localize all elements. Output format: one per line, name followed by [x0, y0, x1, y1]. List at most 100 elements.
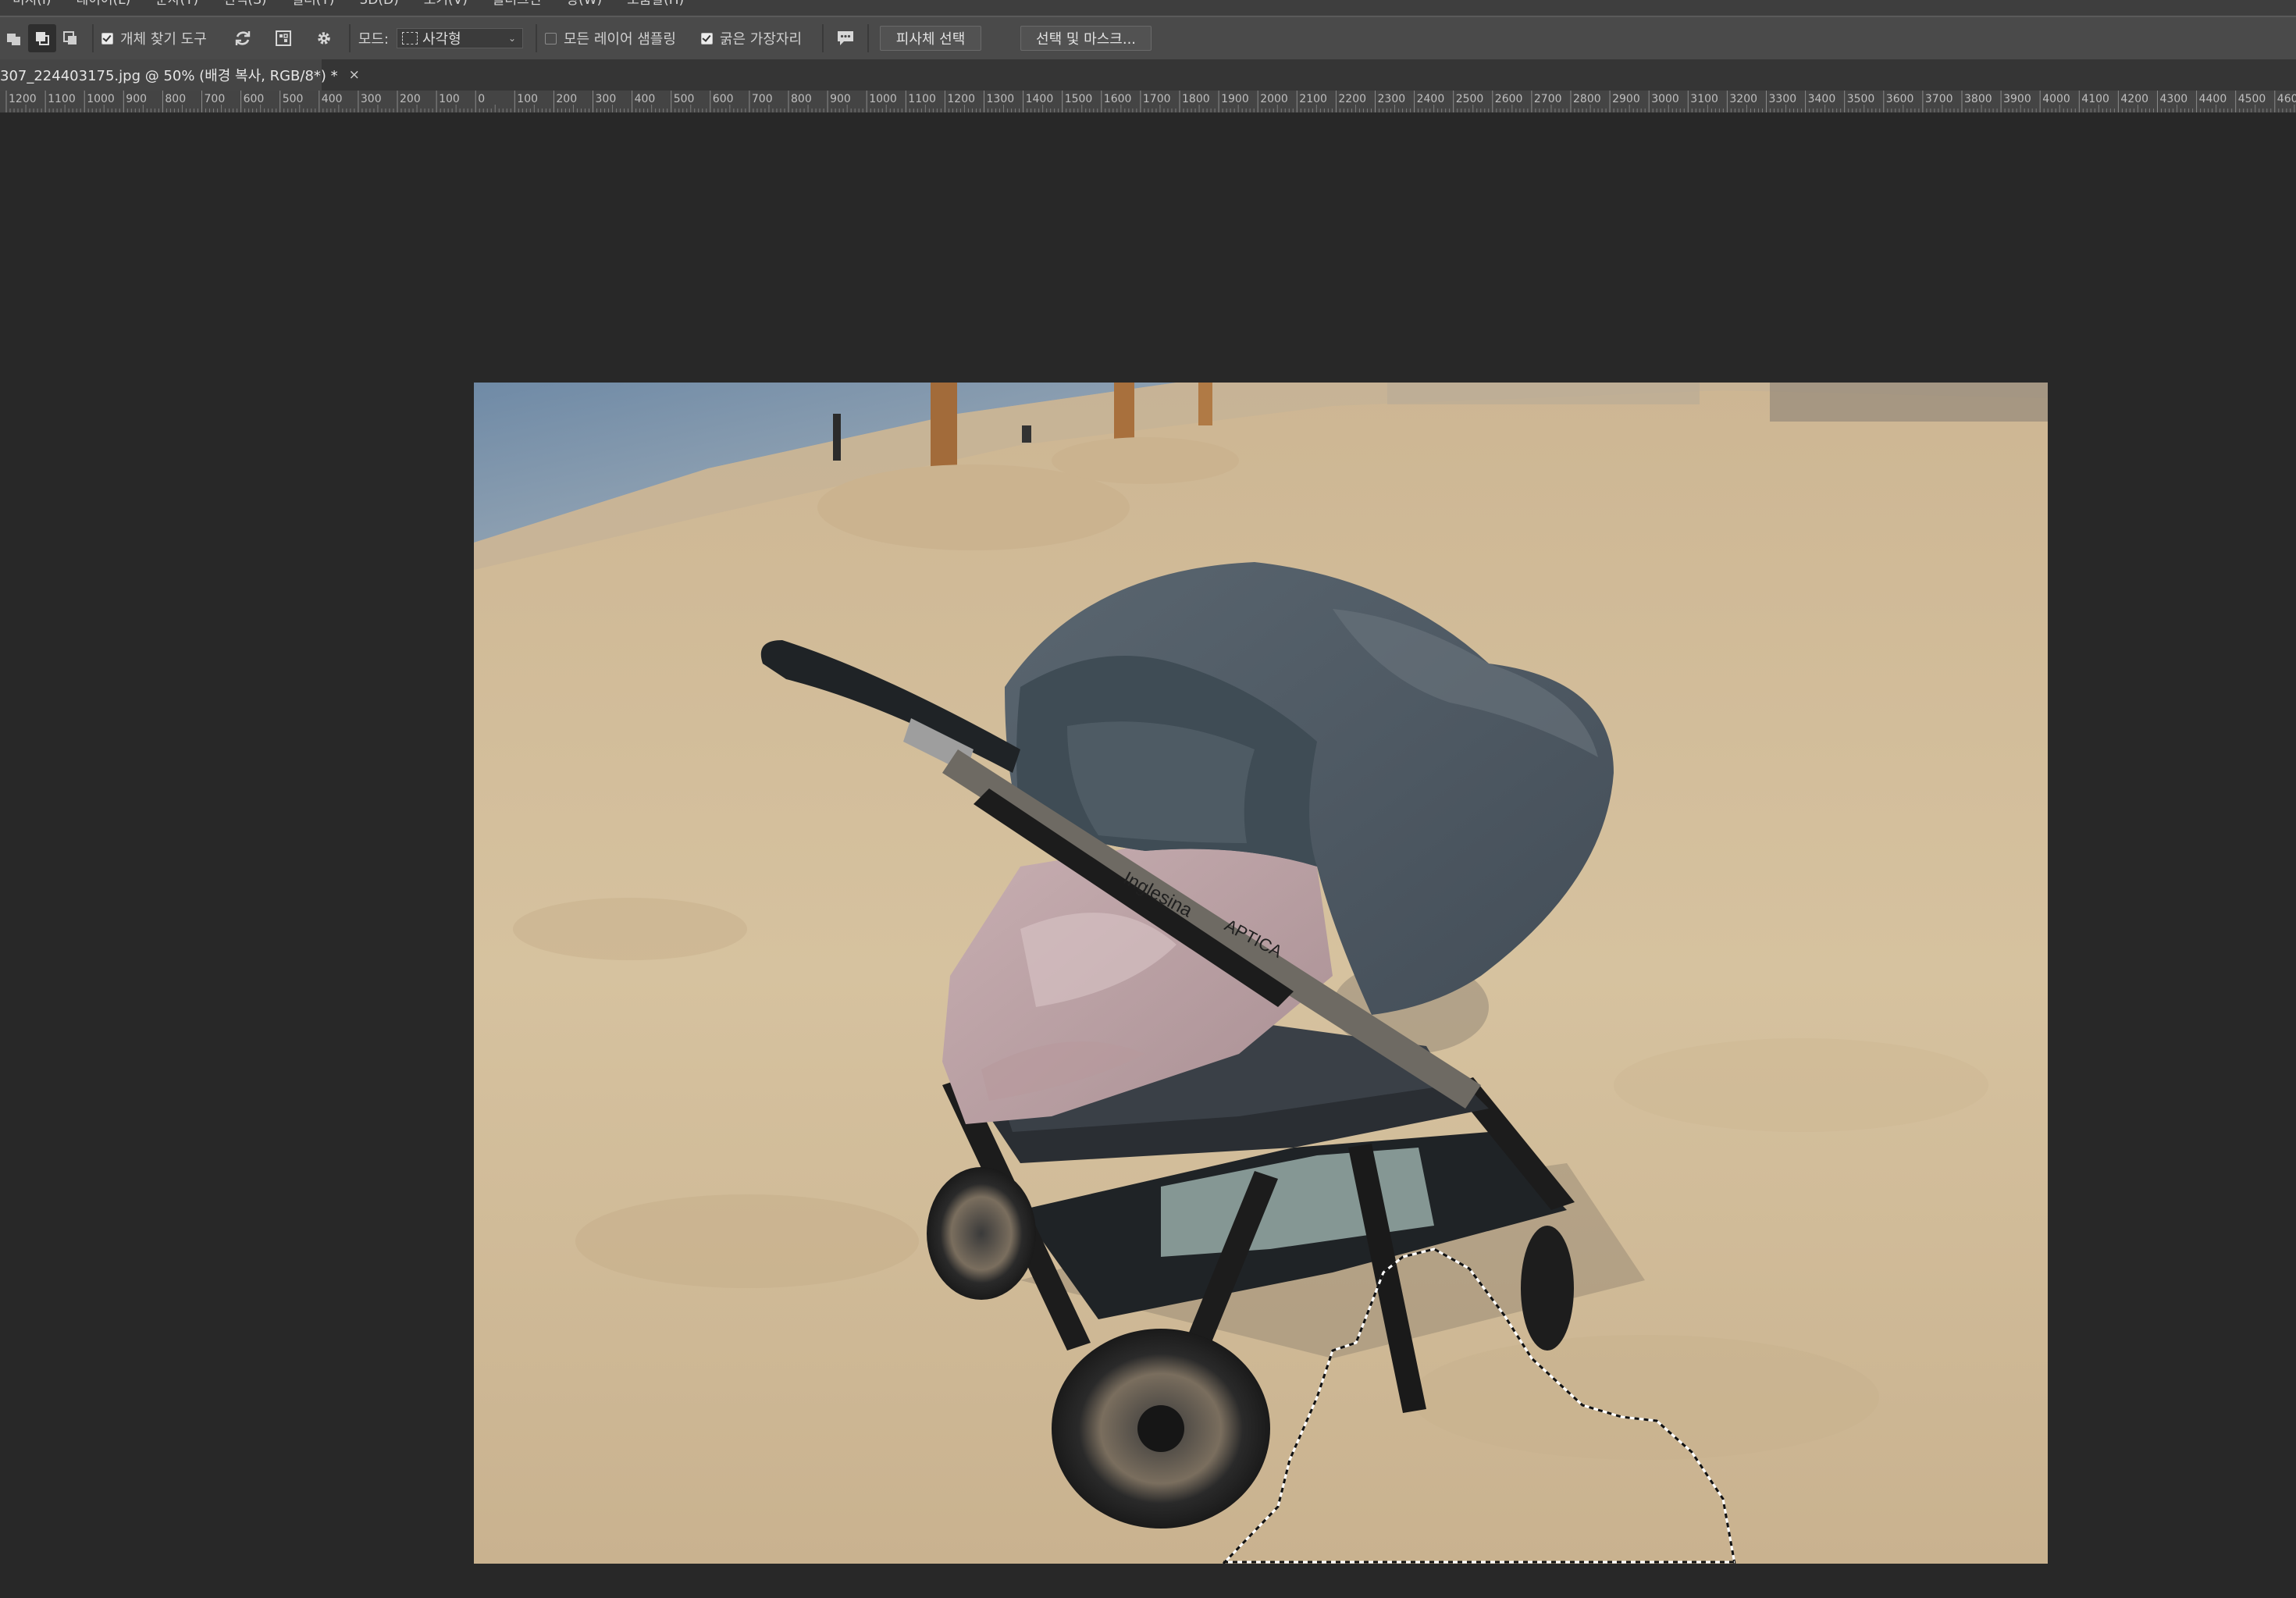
- ruler-label: 3500: [1846, 93, 1875, 105]
- checkbox-box[interactable]: [101, 32, 113, 44]
- ruler-label: 2800: [1573, 93, 1601, 105]
- ruler-label: 1200: [947, 93, 976, 105]
- ruler-label: 1700: [1142, 93, 1171, 105]
- show-all-objects-icon[interactable]: [269, 24, 297, 52]
- subtract-selection-icon[interactable]: [56, 24, 84, 52]
- ruler-label: 3300: [1768, 93, 1797, 105]
- ruler-label: 3800: [1964, 93, 1992, 105]
- menu-bar: 미지(I) 레이어(L) 문자(Y) 선택(S) 필터(T) 3D(D) 보기(…: [0, 0, 2296, 17]
- menu-plugins[interactable]: 플러그인: [480, 0, 554, 7]
- menu-select[interactable]: 선택(S): [211, 0, 279, 7]
- document-image[interactable]: Inglesina APTICA: [474, 383, 2048, 1564]
- sample-all-layers-label: 모든 레이어 샘플링: [564, 31, 676, 48]
- ruler-label: 3900: [2003, 93, 2031, 105]
- document-tab-bar: 307_224403175.jpg @ 50% (배경 복사, RGB/8*) …: [0, 59, 2296, 91]
- ruler-label: 200: [400, 93, 421, 105]
- mode-label: 모드:: [358, 31, 389, 48]
- menu-help[interactable]: 도움말(H): [614, 0, 696, 7]
- ruler-label: 1600: [1103, 93, 1132, 105]
- object-finder-checkbox[interactable]: 개체 찾기 도구: [101, 28, 207, 48]
- ruler-label: 3400: [1807, 93, 1836, 105]
- ruler-label: 1100: [48, 93, 76, 105]
- options-bar: 개체 찾기 도구 모드: 사각형 ⌄ 모든 레이어 샘플링 굵은 가장자리 피사…: [0, 17, 2296, 61]
- ruler-label: 1500: [1064, 93, 1093, 105]
- ruler-label: 1800: [1182, 93, 1210, 105]
- ruler-label: 4500: [2237, 93, 2266, 105]
- divider: [867, 24, 870, 52]
- refresh-icon[interactable]: [229, 24, 257, 52]
- ruler-label: 400: [321, 93, 343, 105]
- object-finder-label: 개체 찾기 도구: [120, 31, 207, 48]
- canvas-area[interactable]: Inglesina APTICA: [0, 113, 2296, 1598]
- ruler-label: 1400: [1025, 93, 1054, 105]
- ruler-label: 3600: [1885, 93, 1914, 105]
- ruler-label: 4000: [2042, 93, 2070, 105]
- ruler-label: 1200: [9, 93, 37, 105]
- ruler-label: 3200: [1729, 93, 1758, 105]
- ruler-label: 200: [556, 93, 578, 105]
- menu-3d[interactable]: 3D(D): [347, 0, 411, 7]
- checkbox-box[interactable]: [700, 32, 713, 44]
- ruler-label: 2500: [1455, 93, 1484, 105]
- hard-edge-label: 굵은 가장자리: [719, 31, 803, 48]
- ruler-label: 800: [165, 93, 187, 105]
- ruler-label: 500: [673, 93, 695, 105]
- close-icon[interactable]: ×: [349, 67, 360, 83]
- menu-filter[interactable]: 필터(T): [279, 0, 347, 7]
- ruler-label: 600: [243, 93, 265, 105]
- menu-type[interactable]: 문자(Y): [143, 0, 211, 7]
- ruler-label: 4600: [2276, 93, 2296, 105]
- menu-view[interactable]: 보기(V): [411, 0, 480, 7]
- ruler-label: 1900: [1221, 93, 1249, 105]
- mode-value: 사각형: [422, 31, 461, 48]
- mode-select[interactable]: 사각형 ⌄: [397, 28, 523, 48]
- ruler-label: 2700: [1533, 93, 1562, 105]
- ruler-label: 300: [595, 93, 617, 105]
- select-and-mask-button[interactable]: 선택 및 마스크...: [1020, 26, 1152, 51]
- gear-icon[interactable]: [310, 24, 338, 52]
- ruler-label: 0: [478, 93, 486, 105]
- ruler-label: 800: [791, 93, 812, 105]
- ruler-label: 3100: [1690, 93, 1718, 105]
- divider: [822, 24, 824, 52]
- divider: [536, 24, 537, 52]
- ruler-label: 2000: [1260, 93, 1288, 105]
- menu-layer[interactable]: 레이어(L): [64, 0, 144, 7]
- ruler-label: 1100: [908, 93, 936, 105]
- menu-window[interactable]: 창(W): [554, 0, 614, 7]
- add-selection-icon[interactable]: [28, 24, 56, 52]
- ruler-label: 1000: [87, 93, 115, 105]
- ruler-label: 2300: [1377, 93, 1406, 105]
- rectangle-mode-icon: [402, 32, 418, 44]
- new-selection-icon[interactable]: [0, 24, 28, 52]
- ruler-label: 700: [204, 93, 226, 105]
- menu-image[interactable]: 미지(I): [0, 0, 64, 7]
- horizontal-ruler[interactable]: 1200 1100 1000 900 800 700 600 500 400 300 200 100 0…: [0, 91, 2296, 113]
- ruler-label: 2200: [1338, 93, 1367, 105]
- ruler-label: 1000: [869, 93, 897, 105]
- ruler-label: 1300: [986, 93, 1015, 105]
- divider: [348, 24, 351, 52]
- ruler-label: 900: [830, 93, 851, 105]
- ruler-label: 4300: [2159, 93, 2188, 105]
- checkbox-box[interactable]: [545, 32, 557, 44]
- ruler-label: 300: [360, 93, 382, 105]
- comment-icon[interactable]: [831, 24, 860, 52]
- chevron-down-icon: ⌄: [507, 33, 516, 44]
- ruler-label: 100: [439, 93, 460, 105]
- ruler-label: 2900: [1612, 93, 1640, 105]
- select-subject-button[interactable]: 피사체 선택: [880, 26, 982, 51]
- ruler-label: 3700: [1924, 93, 1953, 105]
- ruler-label: 500: [282, 93, 304, 105]
- ruler-label: 2100: [1299, 93, 1327, 105]
- document-tab-title: 307_224403175.jpg @ 50% (배경 복사, RGB/8*) …: [0, 68, 338, 84]
- ruler-label: 2400: [1416, 93, 1445, 105]
- ruler-label: 4100: [2081, 93, 2109, 105]
- ruler-label: 4200: [2120, 93, 2149, 105]
- divider: [92, 24, 94, 52]
- ruler-label: 2600: [1494, 93, 1523, 105]
- stroller-photo: Inglesina APTICA: [474, 383, 2048, 1564]
- hard-edge-checkbox[interactable]: 굵은 가장자리: [700, 28, 803, 48]
- document-tab[interactable]: 307_224403175.jpg @ 50% (배경 복사, RGB/8*) …: [0, 59, 360, 91]
- sample-all-layers-checkbox[interactable]: 모든 레이어 샘플링: [545, 28, 676, 48]
